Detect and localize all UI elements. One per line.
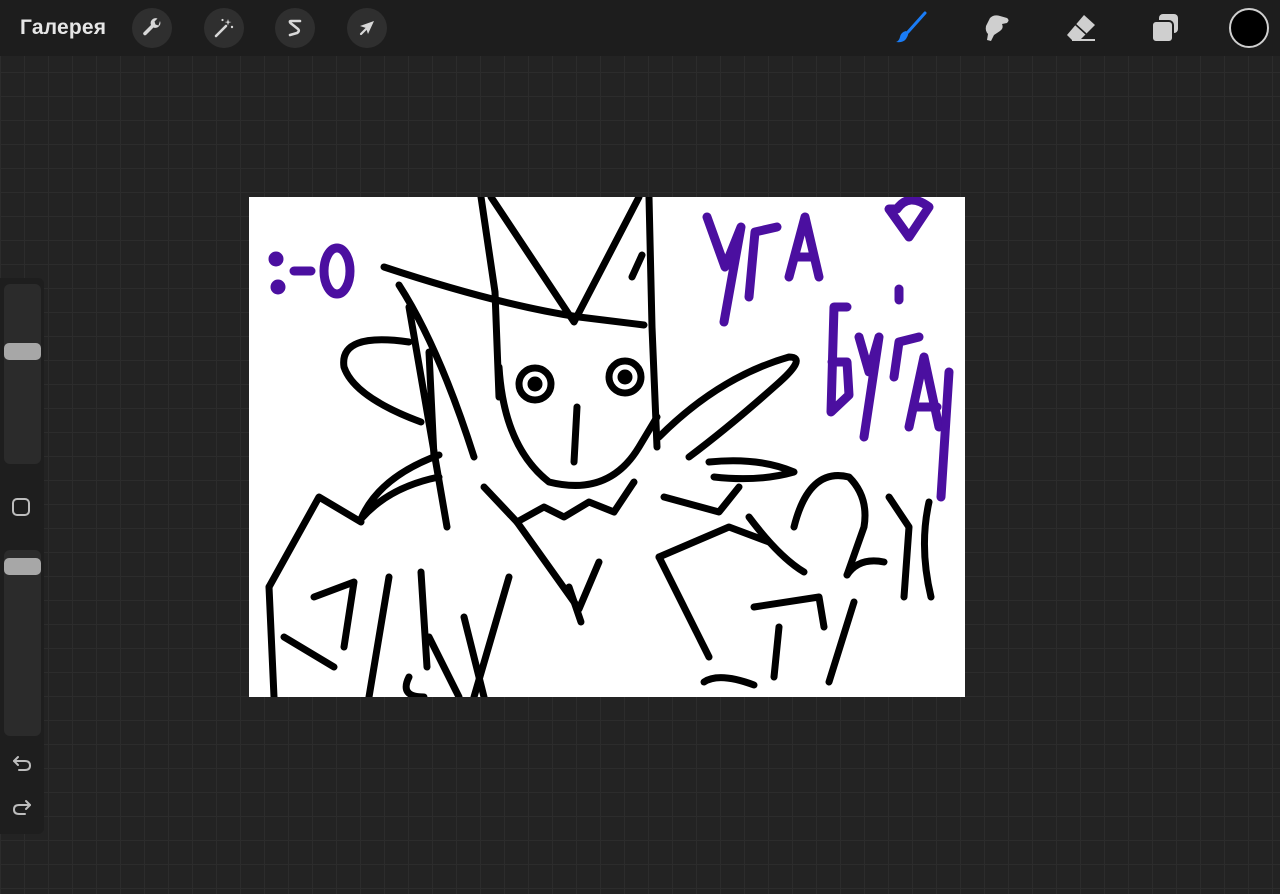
brush-size-slider[interactable] bbox=[4, 284, 41, 464]
selection-s-icon bbox=[288, 19, 302, 37]
layers-icon bbox=[1151, 14, 1178, 43]
smudge-tool-button[interactable] bbox=[976, 8, 1016, 48]
redo-arrow-icon bbox=[12, 800, 31, 815]
modify-button[interactable] bbox=[12, 498, 30, 516]
smudge-icon bbox=[985, 15, 1009, 42]
brush-icon bbox=[896, 11, 927, 43]
drawing-canvas[interactable] bbox=[249, 197, 965, 697]
eraser-icon bbox=[1067, 15, 1095, 41]
left-sidebar bbox=[0, 278, 44, 834]
sketch-artwork bbox=[265, 197, 954, 697]
magic-wand-icon bbox=[214, 18, 234, 38]
layers-tool-button[interactable] bbox=[1145, 8, 1185, 48]
transform-button[interactable] bbox=[347, 8, 387, 48]
wrench-icon bbox=[143, 18, 161, 36]
opacity-thumb[interactable] bbox=[4, 557, 41, 575]
color-picker-button[interactable] bbox=[1229, 8, 1269, 48]
arrow-cursor-icon bbox=[359, 21, 374, 36]
undo-arrow-icon bbox=[13, 756, 32, 771]
opacity-slider[interactable] bbox=[4, 550, 41, 736]
eraser-tool-button[interactable] bbox=[1061, 8, 1101, 48]
brush-size-thumb[interactable] bbox=[4, 342, 41, 360]
redo-button[interactable] bbox=[8, 795, 36, 819]
top-toolbar: Галерея bbox=[0, 0, 1280, 56]
adjustments-button[interactable] bbox=[204, 8, 244, 48]
undo-button[interactable] bbox=[8, 751, 36, 775]
actions-button[interactable] bbox=[132, 8, 172, 48]
brush-tool-button[interactable] bbox=[891, 8, 931, 48]
gallery-button[interactable]: Галерея bbox=[20, 16, 106, 40]
selection-button[interactable] bbox=[275, 8, 315, 48]
